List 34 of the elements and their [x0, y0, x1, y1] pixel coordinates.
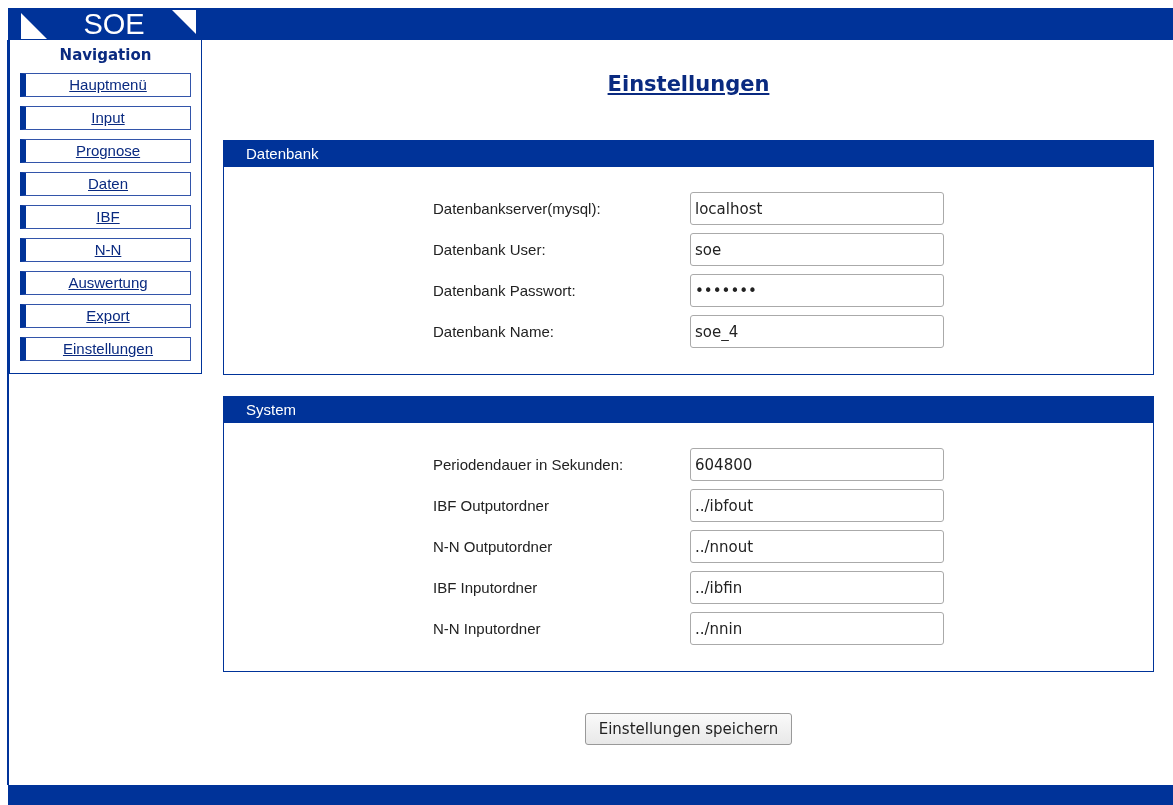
field-label: IBF Outputordner	[433, 497, 550, 514]
logo-text: SOE	[83, 9, 145, 39]
nav-link[interactable]: IBF	[20, 205, 191, 229]
input-field[interactable]: ../ibfin	[690, 571, 944, 604]
field-label: Datenbank Name:	[433, 323, 555, 340]
nav-link[interactable]: Prognose	[20, 139, 191, 163]
field-label: Datenbank User:	[433, 241, 547, 258]
panel-header: System	[224, 397, 1153, 423]
input-field[interactable]: •••••••	[690, 274, 944, 307]
nav-link[interactable]: Input	[20, 106, 191, 130]
page-title: Einstellungen	[607, 72, 770, 96]
input-field[interactable]: ../nnin	[690, 612, 944, 645]
triangle-icon	[170, 10, 198, 34]
field-label: N-N Inputordner	[433, 620, 542, 637]
nav-link[interactable]: Hauptmenü	[20, 73, 191, 97]
field-label: IBF Inputordner	[433, 579, 539, 596]
field-label: N-N Outputordner	[433, 538, 554, 555]
nav-link[interactable]: Auswertung	[20, 271, 191, 295]
navigation-title: Navigation	[58, 46, 153, 64]
input-field[interactable]: 604800	[690, 448, 944, 481]
input-field[interactable]: soe	[690, 233, 944, 266]
nav-link[interactable]: N-N	[20, 238, 191, 262]
field-label: Datenbankserver(mysql):	[433, 200, 602, 217]
input-field[interactable]: soe_4	[690, 315, 944, 348]
save-button[interactable]: Einstellungen speichern	[584, 713, 793, 745]
field-label: Datenbank Passwort:	[433, 282, 577, 299]
input-field[interactable]: ../nnout	[690, 530, 944, 563]
nav-link[interactable]: Daten	[20, 172, 191, 196]
nav-link[interactable]: Export	[20, 304, 191, 328]
input-field[interactable]: ../ibfout	[690, 489, 944, 522]
panel-header: Datenbank	[224, 141, 1153, 167]
field-label: Periodendauer in Sekunden:	[433, 456, 625, 473]
input-field[interactable]: localhost	[690, 192, 944, 225]
nav-link[interactable]: Einstellungen	[20, 337, 191, 361]
